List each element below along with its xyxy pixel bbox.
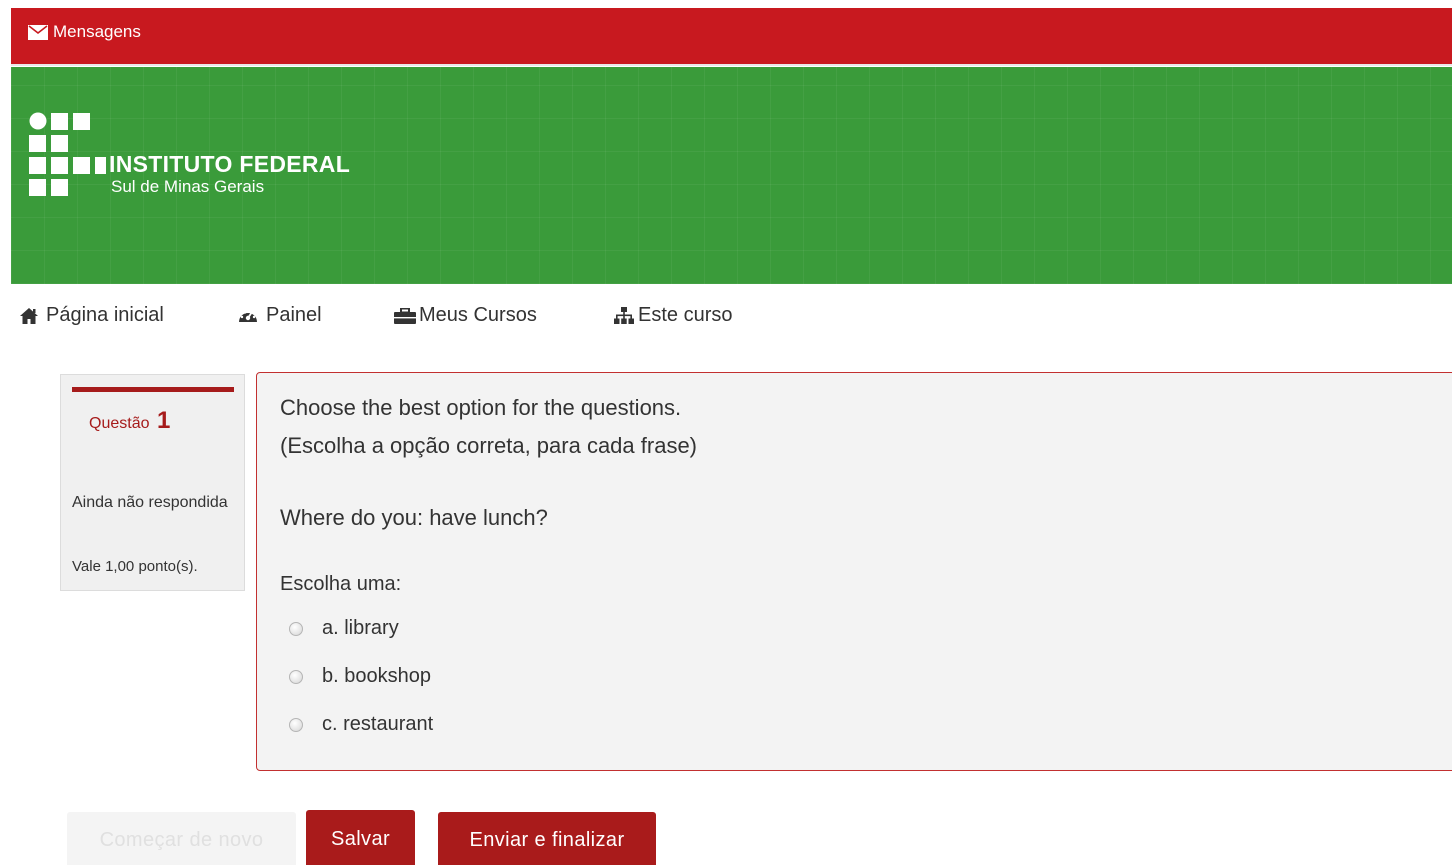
answer-option-b[interactable]: b. bookshop bbox=[289, 665, 431, 688]
answer-option-label: c. restaurant bbox=[322, 713, 434, 735]
question-number: Questão 1 bbox=[89, 407, 170, 435]
logo-subtitle: Sul de Minas Gerais bbox=[111, 177, 265, 196]
main-nav: Página inicial Painel Meus Cursos Este c… bbox=[0, 300, 1452, 334]
question-text-line-3: Where do you: have lunch? bbox=[280, 505, 548, 530]
answer-option-a[interactable]: a. library bbox=[289, 617, 399, 640]
answer-option-label: b. bookshop bbox=[322, 665, 431, 687]
radio-button[interactable] bbox=[289, 621, 303, 636]
nav-item-label: Este curso bbox=[638, 304, 733, 326]
page: Mensagens INSTITUTO FEDERAL Sul de Minas… bbox=[0, 0, 1452, 865]
top-bar: Mensagens bbox=[11, 8, 1452, 66]
question-grade: Vale 1,00 ponto(s). bbox=[72, 558, 198, 575]
logo-mark-icon bbox=[29, 112, 106, 196]
site-header: INSTITUTO FEDERAL Sul de Minas Gerais bbox=[11, 67, 1452, 284]
nav-item-label: Página inicial bbox=[46, 304, 164, 326]
nav-item-label: Meus Cursos bbox=[419, 304, 537, 326]
logo-title: INSTITUTO FEDERAL bbox=[109, 151, 351, 177]
save-button[interactable]: Salvar bbox=[306, 810, 415, 865]
nav-item-home[interactable]: Página inicial bbox=[19, 304, 164, 327]
nav-item-dashboard[interactable]: Painel bbox=[237, 304, 322, 327]
nav-item-my-courses[interactable]: Meus Cursos bbox=[394, 304, 537, 327]
question-number-value: 1 bbox=[156, 407, 171, 434]
question-content: Choose the best option for the questions… bbox=[256, 372, 1452, 771]
messages-link[interactable]: Mensagens bbox=[28, 22, 141, 42]
home-icon bbox=[20, 307, 38, 324]
radio-button[interactable] bbox=[289, 669, 303, 684]
nav-item-label: Painel bbox=[266, 304, 322, 326]
radio-button[interactable] bbox=[289, 717, 303, 732]
logo-text: INSTITUTO FEDERAL Sul de Minas Gerais bbox=[109, 151, 350, 197]
answer-option-c[interactable]: c. restaurant bbox=[289, 713, 433, 736]
question-label: Questão bbox=[89, 415, 150, 432]
sitemap-icon bbox=[614, 306, 634, 324]
question-info: Questão 1 Ainda não respondida Vale 1,00… bbox=[60, 374, 245, 591]
answer-prompt: Escolha uma: bbox=[280, 573, 402, 595]
nav-item-this-course[interactable]: Este curso bbox=[614, 304, 732, 327]
briefcase-icon bbox=[394, 307, 416, 324]
messages-label: Mensagens bbox=[53, 22, 141, 41]
submit-finish-button[interactable]: Enviar e finalizar bbox=[438, 812, 656, 865]
dashboard-icon bbox=[239, 310, 257, 322]
question-info-accent bbox=[72, 387, 234, 392]
question-text-line-1: Choose the best option for the questions… bbox=[280, 395, 682, 420]
institute-logo[interactable]: INSTITUTO FEDERAL Sul de Minas Gerais bbox=[29, 111, 399, 207]
question-state: Ainda não respondida bbox=[72, 494, 228, 511]
restart-button[interactable]: Começar de novo bbox=[67, 812, 296, 865]
envelope-icon bbox=[28, 24, 48, 40]
answer-option-label: a. library bbox=[322, 617, 399, 639]
question-text-line-2: (Escolha a opção correta, para cada fras… bbox=[280, 433, 698, 458]
